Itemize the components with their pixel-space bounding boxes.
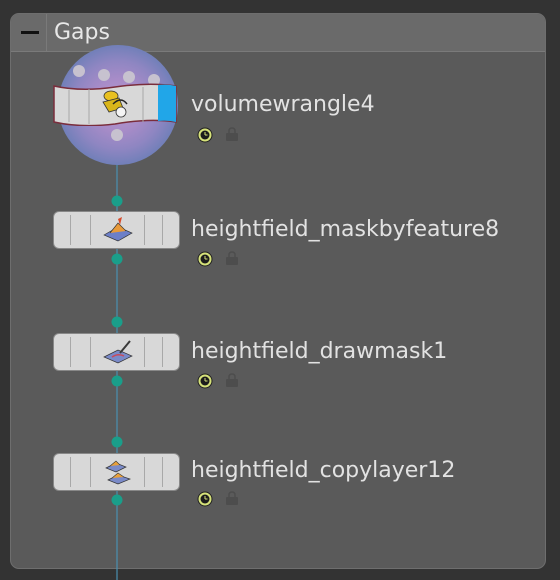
lock-icon[interactable] — [224, 372, 240, 388]
node-heightfield-maskbyfeature8[interactable] — [53, 211, 180, 249]
node-body[interactable] — [53, 211, 180, 249]
lock-icon[interactable] — [224, 490, 240, 506]
clock-icon[interactable] — [197, 251, 213, 267]
clock-icon[interactable] — [197, 127, 213, 143]
halo-dot — [98, 69, 110, 81]
node-body[interactable] — [53, 333, 180, 371]
lock-icon[interactable] — [224, 250, 240, 266]
node-heightfield-copylayer12[interactable] — [53, 453, 180, 491]
input-connector-2 — [111, 253, 123, 265]
clock-icon[interactable] — [197, 491, 213, 507]
maskbyfeature-icon — [103, 217, 133, 242]
node-name-heightfield-maskbyfeature8[interactable]: heightfield_maskbyfeature8 — [191, 216, 499, 244]
node-volumewrangle4[interactable] — [53, 83, 180, 126]
node-body[interactable] — [53, 453, 180, 491]
halo-dot — [111, 129, 123, 141]
output-connector-2 — [111, 316, 123, 328]
node-body[interactable] — [51, 82, 179, 126]
lock-icon[interactable] — [224, 126, 240, 142]
node-name-volumewrangle4[interactable]: volumewrangle4 — [191, 91, 375, 119]
input-connector-3 — [111, 375, 123, 387]
drawmask-icon — [103, 340, 133, 364]
network-editor[interactable]: Gaps volumewrangle4 heightfield_maskbyfe… — [0, 0, 560, 580]
halo-dot — [73, 65, 85, 77]
output-connector-3 — [111, 436, 123, 448]
copylayer-icon — [105, 460, 131, 485]
node-heightfield-drawmask1[interactable] — [53, 333, 180, 371]
input-connector-4 — [111, 494, 123, 506]
clock-icon[interactable] — [197, 373, 213, 389]
node-name-heightfield-drawmask1[interactable]: heightfield_drawmask1 — [191, 338, 447, 366]
output-connector-1 — [111, 195, 123, 207]
node-name-heightfield-copylayer12[interactable]: heightfield_copylayer12 — [191, 457, 455, 485]
